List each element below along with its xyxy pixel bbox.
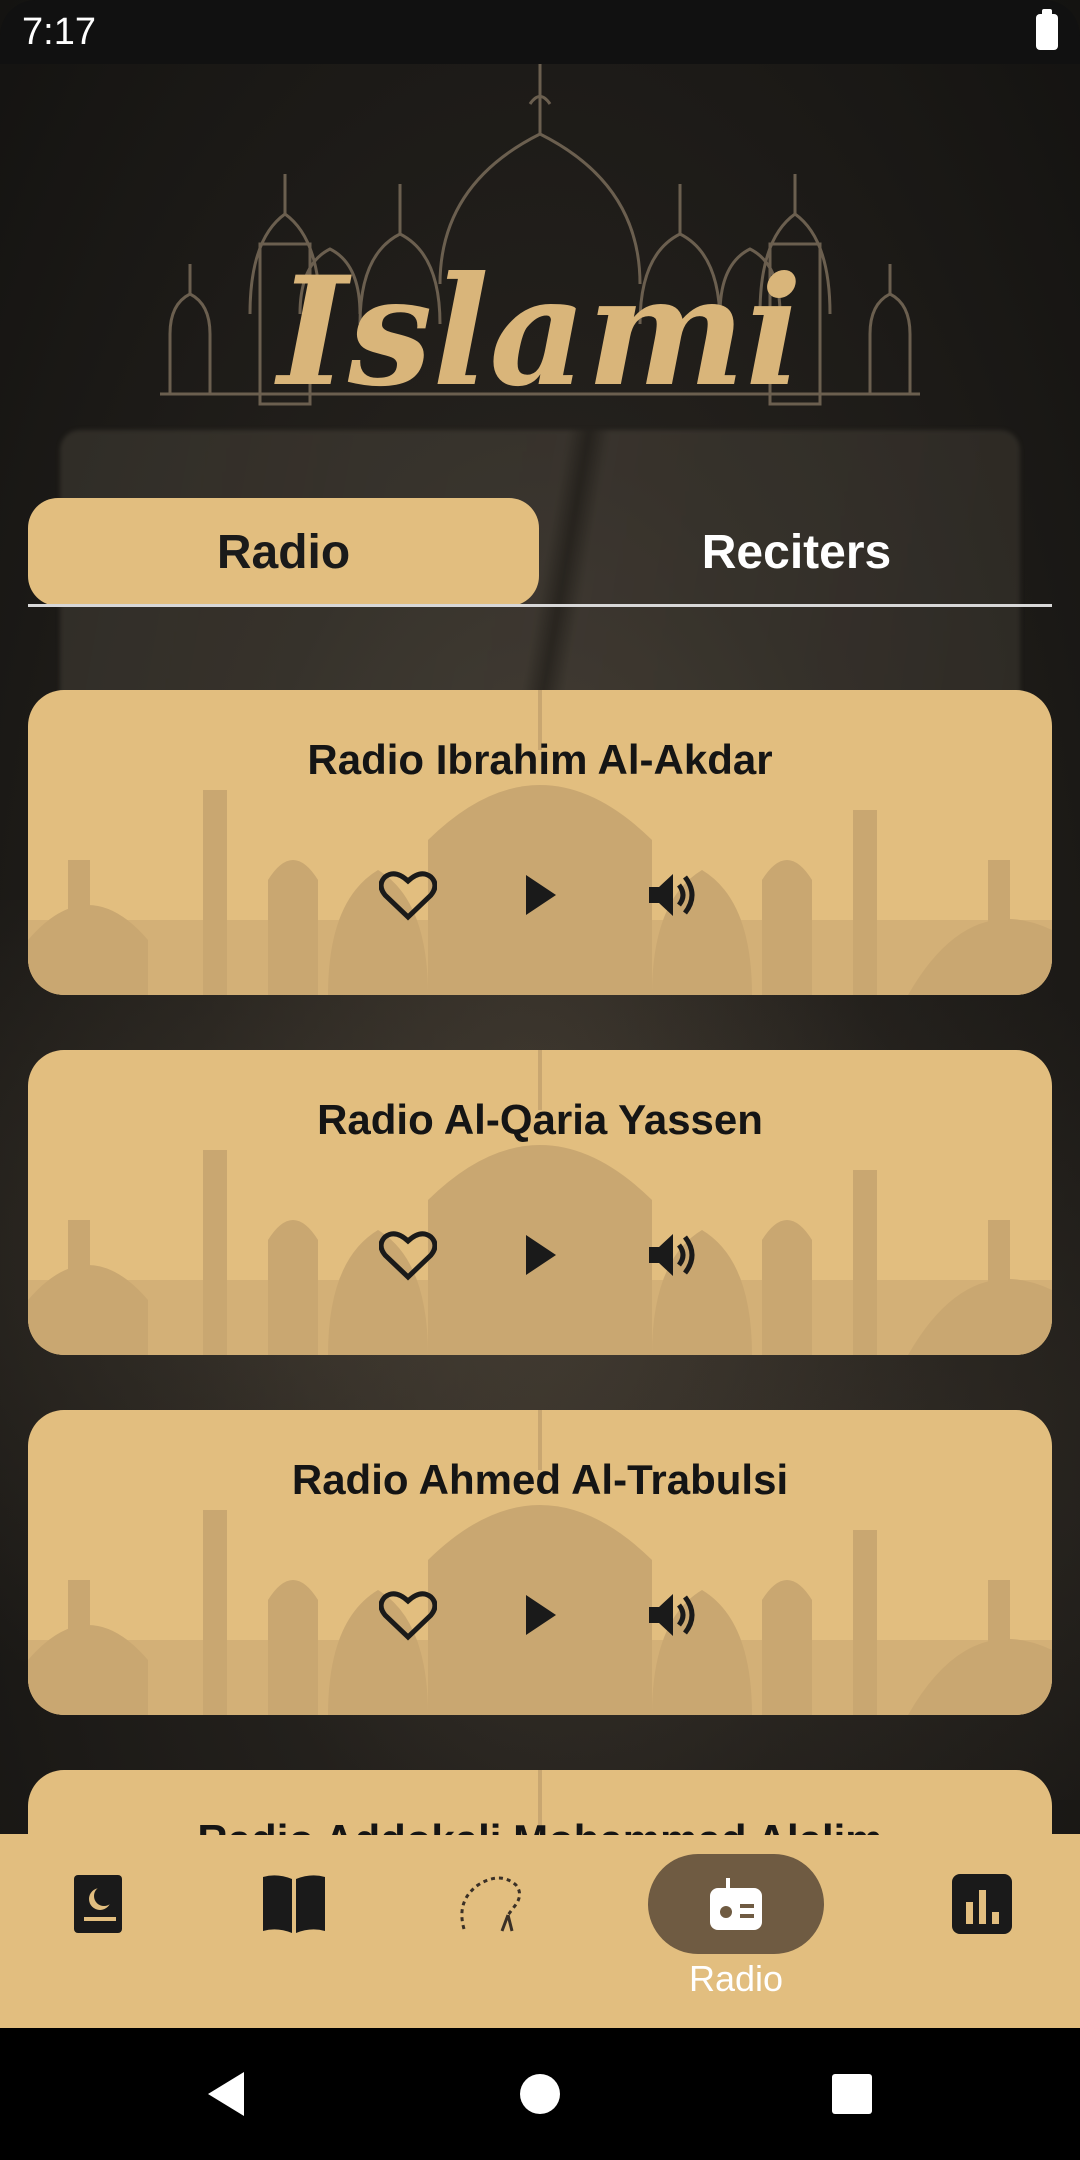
radio-controls xyxy=(28,860,1052,930)
favorite-button[interactable] xyxy=(373,860,443,930)
nav-time[interactable] xyxy=(894,1854,1070,1954)
tab-reciters[interactable]: Reciters xyxy=(541,498,1052,606)
status-time: 7:17 xyxy=(22,10,96,53)
volume-icon xyxy=(649,1594,695,1636)
nav-sebha[interactable] xyxy=(402,1854,578,1954)
radio-card: Radio Addokali Mohammad Alalim xyxy=(28,1770,1052,1835)
screen: 7:17 Islami Radio Reciters Radio Ibrahim… xyxy=(0,0,1080,2160)
home-button[interactable] xyxy=(508,2062,572,2126)
volume-button[interactable] xyxy=(638,860,708,930)
play-button[interactable] xyxy=(505,1220,575,1290)
play-icon xyxy=(526,875,556,915)
back-triangle-icon xyxy=(208,2072,244,2116)
play-icon xyxy=(526,1235,556,1275)
radio-name: Radio Addokali Mohammad Alalim xyxy=(28,1816,1052,1835)
status-bar: 7:17 xyxy=(0,0,1080,64)
stats-icon xyxy=(952,1874,1012,1934)
radio-card: Radio Al-Qaria Yassen xyxy=(28,1050,1052,1355)
heart-icon xyxy=(379,871,437,921)
app-header: Islami xyxy=(0,64,1080,444)
home-circle-icon xyxy=(520,2074,560,2114)
nav-radio[interactable] xyxy=(648,1854,824,1954)
volume-button[interactable] xyxy=(638,1220,708,1290)
nav-radio-label: Radio xyxy=(688,1958,784,1999)
radio-card: Radio Ibrahim Al-Akdar xyxy=(28,690,1052,995)
radio-icon xyxy=(710,1878,762,1930)
play-icon xyxy=(526,1595,556,1635)
radio-controls xyxy=(28,1580,1052,1650)
radio-card: Radio Ahmed Al-Trabulsi xyxy=(28,1410,1052,1715)
nav-hadith[interactable] xyxy=(206,1854,382,1954)
recents-button[interactable] xyxy=(820,2062,884,2126)
volume-icon xyxy=(649,874,695,916)
tab-divider xyxy=(28,604,1052,607)
favorite-button[interactable] xyxy=(373,1580,443,1650)
favorite-button[interactable] xyxy=(373,1220,443,1290)
battery-icon xyxy=(1036,9,1058,50)
radio-name: Radio Al-Qaria Yassen xyxy=(317,1096,763,1143)
system-navigation-bar xyxy=(0,2028,1080,2160)
bottom-navigation: Radio xyxy=(0,1834,1080,2028)
tab-bar: Radio Reciters xyxy=(28,498,1052,608)
recents-square-icon xyxy=(832,2074,872,2114)
radio-name: Radio Ahmed Al-Trabulsi xyxy=(291,1456,789,1503)
play-button[interactable] xyxy=(505,860,575,930)
tab-radio[interactable]: Radio xyxy=(28,498,539,606)
radio-name: Radio Ibrahim Al-Akdar xyxy=(307,736,773,783)
radio-controls xyxy=(28,1220,1052,1290)
heart-icon xyxy=(379,1591,437,1641)
nav-quran[interactable] xyxy=(10,1854,186,1954)
heart-icon xyxy=(379,1231,437,1281)
sebha-beads-icon xyxy=(460,1876,521,1932)
islami-logo: Islami xyxy=(274,244,803,420)
play-button[interactable] xyxy=(505,1580,575,1650)
radio-list[interactable]: Radio Ibrahim Al-Akdar Radio Al-Qaria Ya… xyxy=(28,690,1052,1835)
open-book-icon xyxy=(263,1875,325,1933)
quran-book-icon xyxy=(74,1875,122,1933)
tab-reciters-label: Reciters xyxy=(701,525,892,579)
back-button[interactable] xyxy=(194,2062,258,2126)
tab-radio-label: Radio xyxy=(216,525,351,579)
mosque-outline-icon: Islami xyxy=(160,64,920,420)
volume-icon xyxy=(649,1234,695,1276)
volume-button[interactable] xyxy=(638,1580,708,1650)
